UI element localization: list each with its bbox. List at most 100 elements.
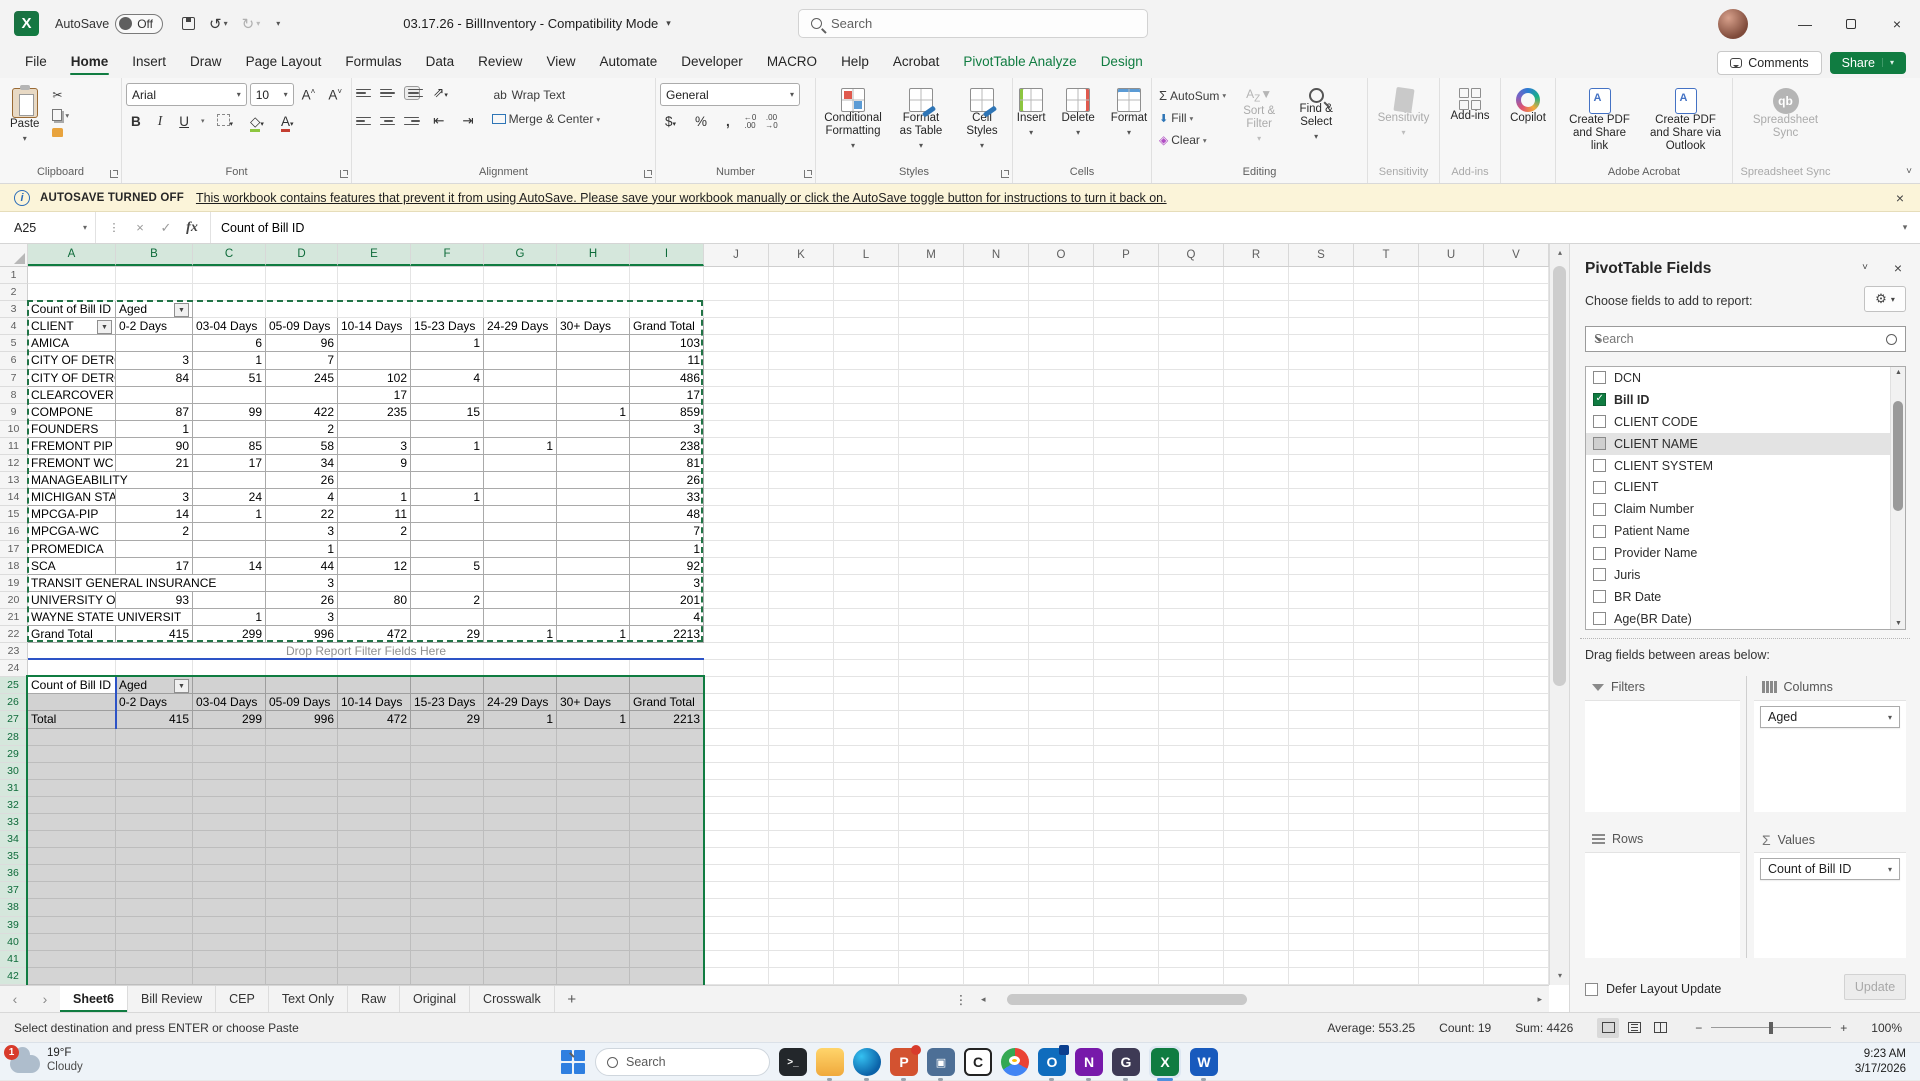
cell-N25[interactable] [964,677,1029,694]
cell-S31[interactable] [1289,780,1354,797]
cell-K7[interactable] [769,370,834,387]
cell-Q17[interactable] [1159,541,1224,558]
cell-L23[interactable] [834,643,899,660]
cell-O8[interactable] [1029,387,1094,404]
menu-tab-draw[interactable]: Draw [179,49,233,76]
cell-K19[interactable] [769,575,834,592]
cell-D13[interactable]: 26 [266,472,338,489]
cell-I15[interactable]: 48 [630,506,704,523]
cell-M29[interactable] [899,746,964,763]
field-checkbox-icon[interactable] [1593,415,1606,428]
cell-Q27[interactable] [1159,711,1224,728]
cell-G20[interactable] [484,592,557,609]
cell-A20[interactable]: UNIVERSITY O [28,592,116,609]
cell-J34[interactable] [704,831,769,848]
row-header-23[interactable]: 23 [0,643,28,660]
cell-H15[interactable] [557,506,630,523]
cell-R7[interactable] [1224,370,1289,387]
cell-C27[interactable]: 299 [193,711,266,728]
menu-tab-review[interactable]: Review [467,49,533,76]
cell-Q31[interactable] [1159,780,1224,797]
page-break-view-button[interactable] [1649,1018,1671,1038]
menu-tab-file[interactable]: File [14,49,58,76]
cell-Q28[interactable] [1159,729,1224,746]
cell-J20[interactable] [704,592,769,609]
cell-O3[interactable] [1029,301,1094,318]
cell-N21[interactable] [964,609,1029,626]
spreadsheet-sync-button[interactable]: qb Spreadsheet Sync [1737,83,1834,163]
cell-C5[interactable]: 6 [193,335,266,352]
cell-B29[interactable] [116,746,193,763]
cell-T8[interactable] [1354,387,1419,404]
cell-E39[interactable] [338,917,411,934]
cell-L42[interactable] [834,968,899,985]
cell-P16[interactable] [1094,523,1159,540]
cell-N6[interactable] [964,352,1029,369]
share-button[interactable]: Share▾ [1830,52,1906,74]
cell-L24[interactable] [834,660,899,677]
cell-R11[interactable] [1224,438,1289,455]
cell-V36[interactable] [1484,865,1549,882]
cell-G18[interactable] [484,558,557,575]
cell-T23[interactable] [1354,643,1419,660]
cell-V10[interactable] [1484,421,1549,438]
cell-C26[interactable]: 03-04 Days [193,694,266,711]
cell-K1[interactable] [769,267,834,284]
cell-L25[interactable] [834,677,899,694]
cell-J38[interactable] [704,899,769,916]
cell-N38[interactable] [964,899,1029,916]
sheet-tab-text-only[interactable]: Text Only [269,986,348,1012]
cell-V39[interactable] [1484,917,1549,934]
cell-G15[interactable] [484,506,557,523]
cell-E28[interactable] [338,729,411,746]
column-header-D[interactable]: D [266,244,338,266]
row-header-17[interactable]: 17 [0,541,28,558]
cell-C10[interactable] [193,421,266,438]
cell-U36[interactable] [1419,865,1484,882]
cell-S38[interactable] [1289,899,1354,916]
cell-C39[interactable] [193,917,266,934]
cell-L30[interactable] [834,763,899,780]
cell-G33[interactable] [484,814,557,831]
cell-F13[interactable] [411,472,484,489]
underline-button[interactable]: U [174,112,194,131]
cell-D33[interactable] [266,814,338,831]
cell-A26[interactable] [28,694,116,711]
cell-B40[interactable] [116,934,193,951]
cell-T13[interactable] [1354,472,1419,489]
cell-S26[interactable] [1289,694,1354,711]
menu-tab-insert[interactable]: Insert [121,49,177,76]
cell-R13[interactable] [1224,472,1289,489]
cell-G41[interactable] [484,951,557,968]
cell-L17[interactable] [834,541,899,558]
cell-B3[interactable]: Aged▼ [116,301,193,318]
cell-T7[interactable] [1354,370,1419,387]
number-dialog-launcher[interactable] [804,170,812,178]
row-header-25[interactable]: 25 [0,677,28,694]
create-pdf-outlook-button[interactable]: Create PDF and Share via Outlook [1643,83,1728,163]
cell-M7[interactable] [899,370,964,387]
cell-M31[interactable] [899,780,964,797]
cell-J17[interactable] [704,541,769,558]
column-header-S[interactable]: S [1289,244,1354,266]
cell-A3[interactable]: Count of Bill ID [28,301,116,318]
cell-I38[interactable] [630,899,704,916]
cell-Q39[interactable] [1159,917,1224,934]
cell-Q6[interactable] [1159,352,1224,369]
cell-H35[interactable] [557,848,630,865]
cell-V34[interactable] [1484,831,1549,848]
cell-E19[interactable] [338,575,411,592]
cell-H34[interactable] [557,831,630,848]
cell-U12[interactable] [1419,455,1484,472]
cell-E36[interactable] [338,865,411,882]
status-count[interactable]: Count: 19 [1439,1021,1491,1035]
cell-S28[interactable] [1289,729,1354,746]
cell-O34[interactable] [1029,831,1094,848]
cell-M37[interactable] [899,882,964,899]
cell-K25[interactable] [769,677,834,694]
cell-L6[interactable] [834,352,899,369]
cell-B12[interactable]: 21 [116,455,193,472]
cell-Q22[interactable] [1159,626,1224,643]
cell-G40[interactable] [484,934,557,951]
cell-D16[interactable]: 3 [266,523,338,540]
